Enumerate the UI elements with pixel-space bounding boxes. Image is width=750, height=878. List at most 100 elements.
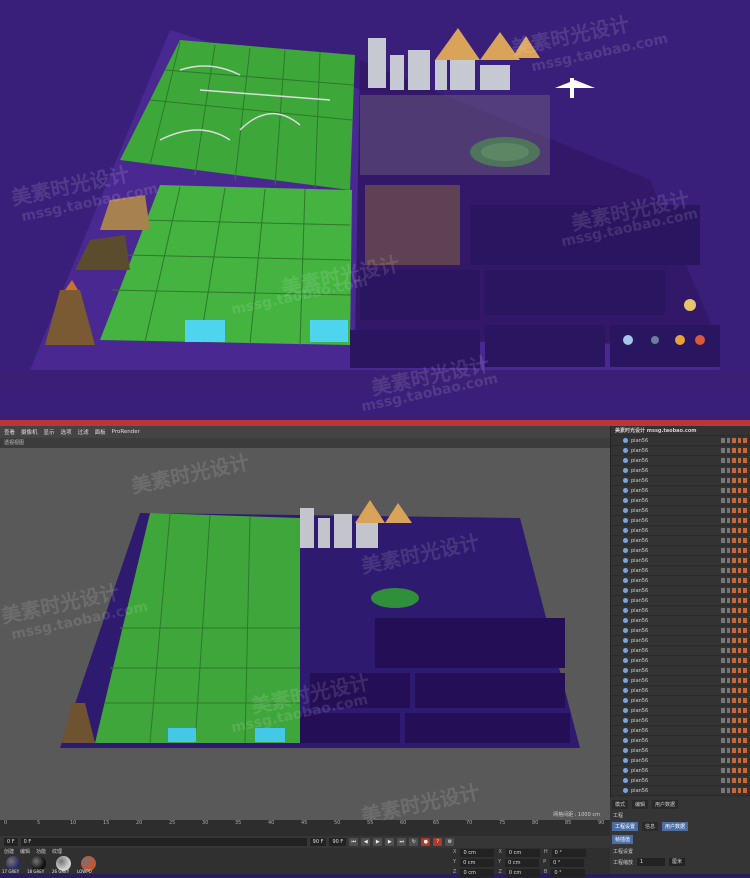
object-row[interactable]: pian56 (611, 676, 750, 686)
attr-tab-mode[interactable]: 模式 (612, 800, 629, 809)
object-row[interactable]: pian56 (611, 756, 750, 766)
object-row[interactable]: pian56 (611, 576, 750, 586)
play-icon[interactable]: ▶ (373, 838, 383, 846)
material-swatch[interactable]: 26 GREY (52, 856, 74, 874)
coord-cv[interactable]: 0 ° (551, 869, 586, 877)
go-end-icon[interactable]: ⏭ (397, 838, 407, 846)
object-row[interactable]: pian56 (611, 666, 750, 676)
object-row[interactable]: pian56 (611, 736, 750, 746)
object-row[interactable]: pian56 (611, 546, 750, 556)
menu-display[interactable]: 显示 (44, 428, 55, 436)
object-tags[interactable] (721, 718, 747, 723)
object-row[interactable]: pian56 (611, 466, 750, 476)
object-tags[interactable] (721, 588, 747, 593)
coord-bv[interactable]: 0 cm (505, 869, 540, 877)
material-swatch[interactable]: 17 GREY (2, 856, 24, 874)
object-tags[interactable] (721, 478, 747, 483)
coord-av[interactable]: 0 cm (460, 849, 495, 857)
object-tags[interactable] (721, 768, 747, 773)
prev-key-icon[interactable]: ◀ (361, 838, 371, 846)
start-frame-field[interactable]: 0 F (4, 838, 18, 846)
object-row[interactable]: pian56 (611, 656, 750, 666)
object-row[interactable]: pian56 (611, 626, 750, 636)
object-tags[interactable] (721, 528, 747, 533)
object-row[interactable]: pian56 (611, 456, 750, 466)
menu-panel[interactable]: 面板 (95, 428, 106, 436)
object-tags[interactable] (721, 678, 747, 683)
object-tags[interactable] (721, 658, 747, 663)
object-tags[interactable] (721, 578, 747, 583)
object-tags[interactable] (721, 458, 747, 463)
auto-key-icon[interactable]: ? (433, 838, 443, 846)
attr-tab-userdata[interactable]: 用户数据 (652, 800, 679, 809)
object-tags[interactable] (721, 548, 747, 553)
attr-tab-edit[interactable]: 编辑 (632, 800, 649, 809)
coord-cv[interactable]: 0 ° (551, 849, 586, 857)
object-row[interactable]: pian56 (611, 446, 750, 456)
end-frame-field[interactable]: 90 F (309, 838, 327, 846)
object-row[interactable]: pian56 (611, 706, 750, 716)
object-tags[interactable] (721, 728, 747, 733)
object-root[interactable]: 美素时光设计 mssg.taobao.com (611, 426, 750, 436)
object-row[interactable]: pian56 (611, 716, 750, 726)
attr-subtab-userdata[interactable]: 用户数据 (662, 822, 689, 831)
object-row[interactable]: pian56 (611, 476, 750, 486)
object-row[interactable]: pian56 (611, 726, 750, 736)
menu-prorender[interactable]: ProRender (112, 429, 140, 435)
object-row[interactable]: pian56 (611, 496, 750, 506)
coord-av[interactable]: 0 cm (460, 859, 495, 867)
end-frame-field-2[interactable]: 90 F (329, 838, 347, 846)
object-row[interactable]: pian56 (611, 516, 750, 526)
object-tags[interactable] (721, 788, 747, 793)
object-row[interactable]: pian56 (611, 486, 750, 496)
object-tags[interactable] (721, 608, 747, 613)
object-row[interactable]: pian56 (611, 436, 750, 446)
object-tags[interactable] (721, 618, 747, 623)
object-tags[interactable] (721, 498, 747, 503)
menu-view[interactable]: 查看 (4, 428, 15, 436)
object-row[interactable]: pian56 (611, 606, 750, 616)
object-tags[interactable] (721, 748, 747, 753)
material-swatch[interactable]: LOWPO (77, 856, 99, 874)
object-tags[interactable] (721, 468, 747, 473)
mat-tab-function[interactable]: 功能 (36, 848, 46, 856)
coord-bv[interactable]: 0 cm (505, 859, 540, 867)
material-swatch[interactable]: 18 GREY (27, 856, 49, 874)
object-tags[interactable] (721, 648, 747, 653)
object-tags[interactable] (721, 738, 747, 743)
frame-range-slider[interactable]: 0 F (20, 838, 307, 846)
object-tags[interactable] (721, 488, 747, 493)
object-row[interactable]: pian56 (611, 566, 750, 576)
object-tags[interactable] (721, 778, 747, 783)
coord-av[interactable]: 0 cm (460, 869, 495, 877)
go-start-icon[interactable]: ⏮ (349, 838, 359, 846)
loop-icon[interactable]: ↻ (409, 838, 419, 846)
object-row[interactable]: pian56 (611, 536, 750, 546)
object-row[interactable]: pian56 (611, 636, 750, 646)
coord-bv[interactable]: 0 cm (505, 849, 540, 857)
object-tags[interactable] (721, 668, 747, 673)
timeline[interactable]: 0 5 10 15 20 25 30 35 40 45 50 55 60 65 70 75 80 85 90 (0, 820, 610, 836)
attr-field-value[interactable]: 1 (637, 858, 666, 866)
object-tags[interactable] (721, 538, 747, 543)
mat-tab-texture[interactable]: 纹理 (52, 848, 62, 856)
object-row[interactable]: pian56 (611, 556, 750, 566)
object-tags[interactable] (721, 508, 747, 513)
object-row[interactable]: pian56 (611, 646, 750, 656)
object-tags[interactable] (721, 758, 747, 763)
coord-cv[interactable]: 0 ° (550, 859, 585, 867)
object-tags[interactable] (721, 518, 747, 523)
object-row[interactable]: pian56 (611, 686, 750, 696)
mat-tab-create[interactable]: 创建 (4, 848, 14, 856)
object-tags[interactable] (721, 598, 747, 603)
next-key-icon[interactable]: ▶ (385, 838, 395, 846)
object-row[interactable]: pian56 (611, 766, 750, 776)
attr-subtab-info[interactable]: 信息 (642, 822, 659, 831)
perspective-viewport[interactable]: 网格间距 : 1000 cm 美素时光设计 美素时光设计 美素时光设计 mssg… (0, 448, 610, 820)
attr-unit-select[interactable]: 厘米 (669, 858, 686, 866)
object-tags[interactable] (721, 638, 747, 643)
object-row[interactable]: pian56 (611, 616, 750, 626)
object-tags[interactable] (721, 568, 747, 573)
object-tags[interactable] (721, 688, 747, 693)
mat-tab-edit[interactable]: 编辑 (20, 848, 30, 856)
